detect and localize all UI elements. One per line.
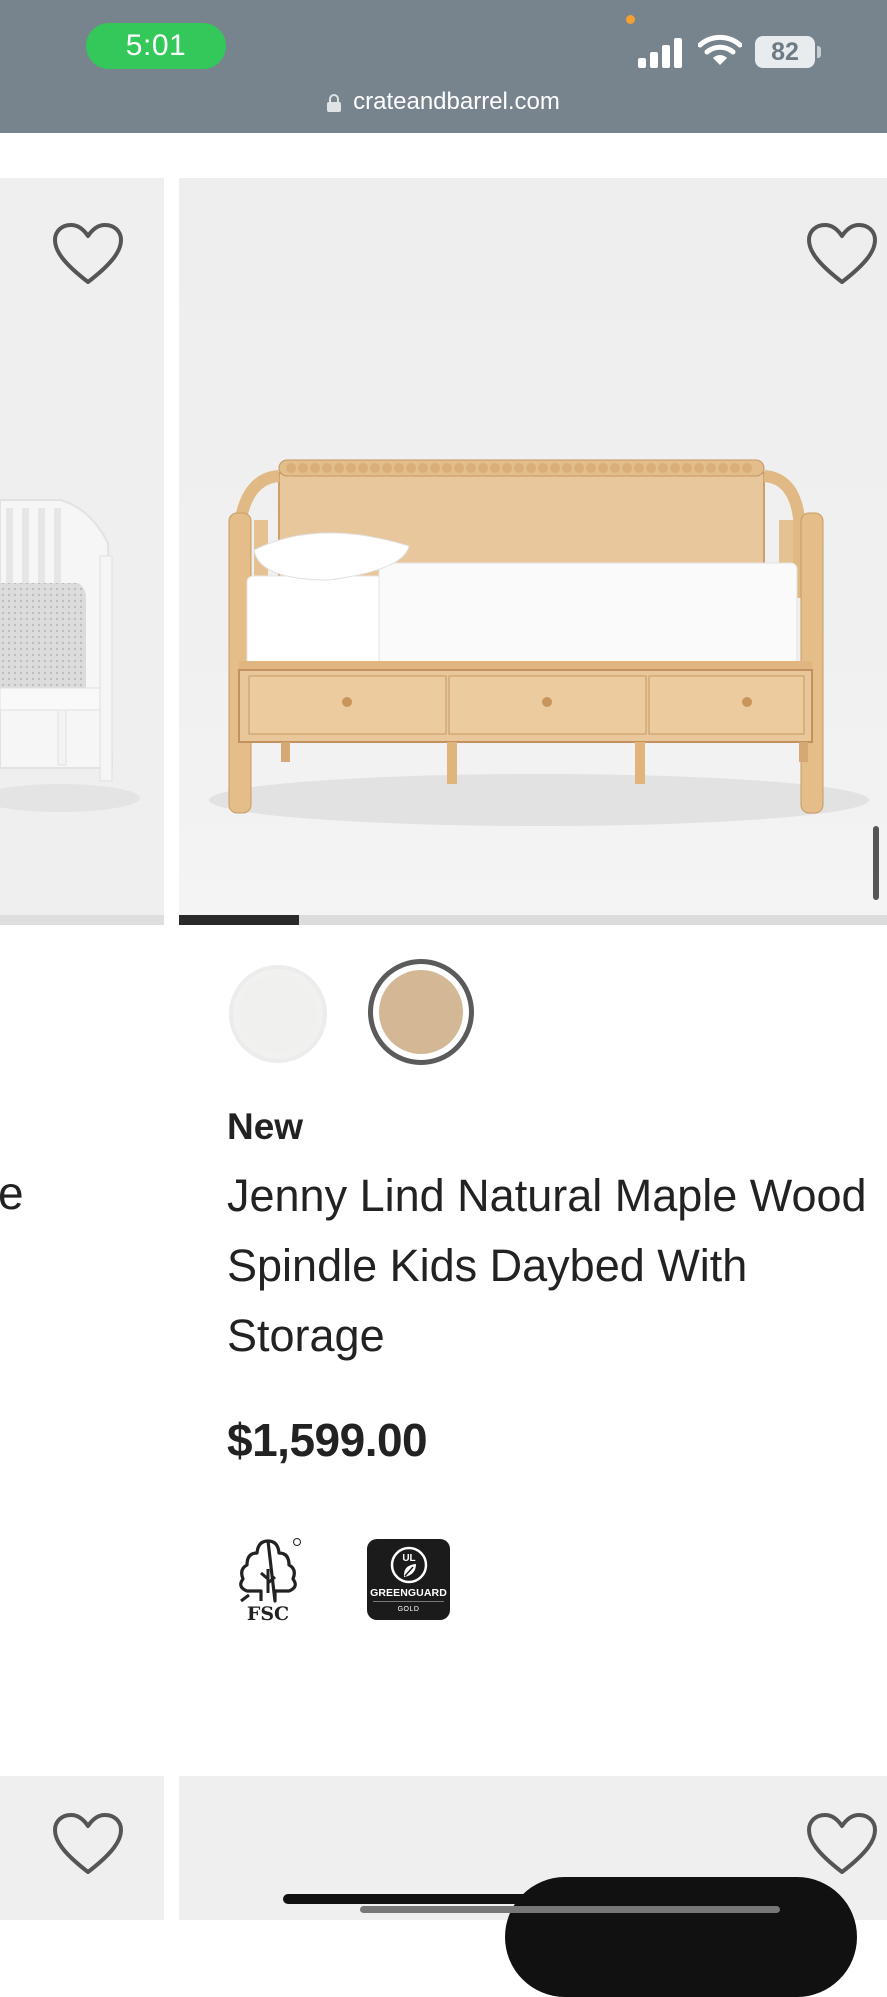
favorite-heart-icon[interactable]	[806, 1812, 878, 1876]
favorite-heart-icon[interactable]	[806, 222, 878, 286]
status-time[interactable]: 5:01	[86, 23, 226, 69]
fsc-certification-icon: FSC	[239, 1538, 301, 1623]
product-price: $1,599.00	[227, 1414, 428, 1466]
greenguard-gold-certification-icon: UL GREENGUARD GOLD	[367, 1539, 450, 1620]
maple-daybed-image	[209, 459, 869, 826]
battery-icon: 82	[755, 36, 815, 68]
battery-nub	[817, 46, 821, 58]
greenguard-label: GREENGUARD	[370, 1587, 447, 1599]
cellular-signal-icon	[638, 38, 682, 68]
new-badge: New	[227, 1106, 304, 1147]
left-product-title-fragment[interactable]: e	[0, 1166, 24, 1220]
wifi-icon	[698, 34, 742, 65]
left-image-progress-track	[0, 915, 164, 925]
greenguard-gold-label: GOLD	[397, 1606, 420, 1613]
color-swatch-natural-maple[interactable]	[368, 959, 474, 1065]
home-indicator[interactable]	[283, 1894, 603, 1904]
page-scrollbar[interactable]	[873, 826, 879, 900]
product-title[interactable]: Jenny Lind Natural Maple Wood Spindle Ki…	[227, 1161, 867, 1371]
status-bar: 5:01 82 crateandbarrel.com	[0, 0, 887, 133]
favorite-heart-icon[interactable]	[52, 1812, 124, 1876]
left-product-image[interactable]	[0, 178, 164, 925]
next-left-product-image[interactable]	[0, 1776, 164, 1920]
color-swatch-white[interactable]	[229, 965, 327, 1063]
greenguard-divider	[373, 1601, 444, 1602]
fsc-label: FSC	[247, 1603, 289, 1623]
product-image[interactable]	[179, 178, 887, 925]
privacy-indicator-dot	[626, 15, 635, 24]
ul-mark: UL	[402, 1553, 415, 1564]
image-carousel-progress	[179, 915, 887, 925]
favorite-heart-icon[interactable]	[52, 222, 124, 286]
lock-icon	[327, 94, 342, 112]
url-text: crateandbarrel.com	[353, 88, 560, 115]
image-carousel-progress-fill	[179, 915, 299, 925]
white-daybed-image	[0, 499, 140, 812]
address-bar[interactable]: crateandbarrel.com	[0, 84, 887, 120]
browser-toolbar-handle[interactable]	[360, 1906, 780, 1913]
ul-leaf-icon: UL	[390, 1546, 428, 1584]
